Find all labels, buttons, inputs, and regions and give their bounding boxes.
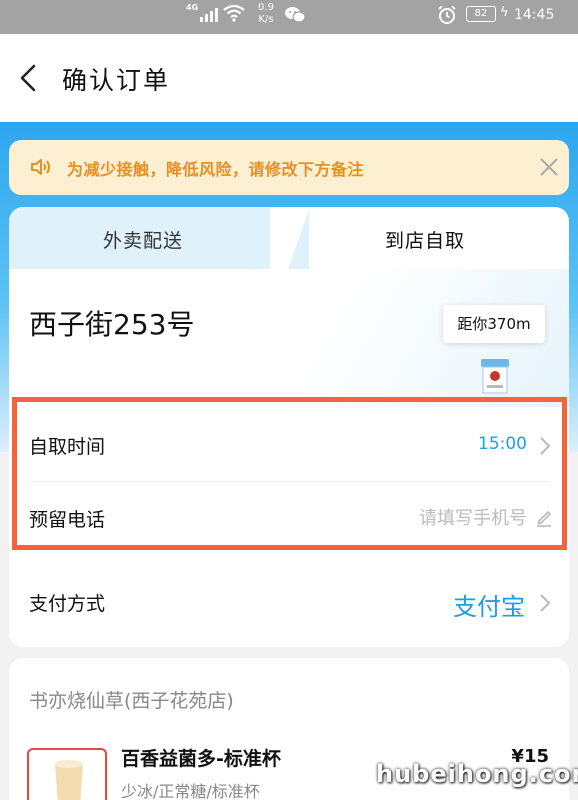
speed-unit: K/s [258,14,274,25]
store-map-marker-icon [481,359,509,394]
tab-pickup-label: 到店自取 [385,230,466,252]
tab-divider [270,207,310,269]
tab-delivery-label: 外卖配送 [103,230,184,252]
wifi-icon [223,4,245,22]
store-address: 西子街253号 [29,308,195,341]
distance-badge: 距你370m [443,305,545,343]
row-divider [29,481,549,482]
speed-value: 0.9 [258,2,274,13]
phone-row: 预留电话 [9,483,569,555]
phone-input[interactable] [327,503,527,533]
alarm-icon [438,5,456,24]
notice-banner: 为减少接触，降低风险，请修改下方备注 [9,140,569,195]
network-type: 4G [186,3,199,12]
nav-bar: 确认订单 [0,34,578,122]
notice-text: 为减少接触，降低风险，请修改下方备注 [67,160,365,179]
order-options-card: 外卖配送 到店自取 西子街253号 距你370m 自取时间 15:00 预留电话 [9,207,569,647]
back-arrow-icon[interactable] [12,60,48,96]
tab-pickup[interactable]: 到店自取 [309,207,569,269]
pickup-store-info: 西子街253号 距你370m [9,269,569,407]
phone-label: 预留电话 [29,509,106,531]
pencil-icon[interactable] [535,507,553,527]
payment-method-value[interactable]: 支付宝 [453,587,525,622]
payment-row[interactable]: 支付方式 支付宝 [9,563,569,635]
close-icon[interactable] [539,157,559,177]
chevron-right-icon [540,437,551,455]
watermark: hubeihong.com [376,760,578,788]
pickup-time-row[interactable]: 自取时间 15:00 [9,410,569,482]
wechat-icon [285,7,306,23]
network-speed: 0.9 K/s [254,2,278,26]
chevron-right-icon [540,594,551,612]
tab-delivery[interactable]: 外卖配送 [9,207,310,269]
signal-icon [200,6,218,22]
status-bar: 4G 0.9 K/s 82 ϟ 14:45 [0,0,578,34]
product-spec: 少冰/正常糖/标准杯 [121,782,260,800]
pickup-time-label: 自取时间 [29,436,106,458]
milk-tea-cup-icon [55,760,83,800]
store-name: 书亦烧仙草(西子花苑店) [29,690,234,712]
battery-icon: 82 [466,6,496,22]
payment-label: 支付方式 [29,593,106,615]
pickup-time-value[interactable]: 15:00 [478,434,527,454]
charging-icon: ϟ [500,5,509,20]
product-image [27,748,107,800]
page-title: 确认订单 [62,66,171,95]
product-name: 百香益菌多-标准杯 [121,748,281,770]
speaker-icon [31,159,50,175]
clock: 14:45 [514,7,555,23]
